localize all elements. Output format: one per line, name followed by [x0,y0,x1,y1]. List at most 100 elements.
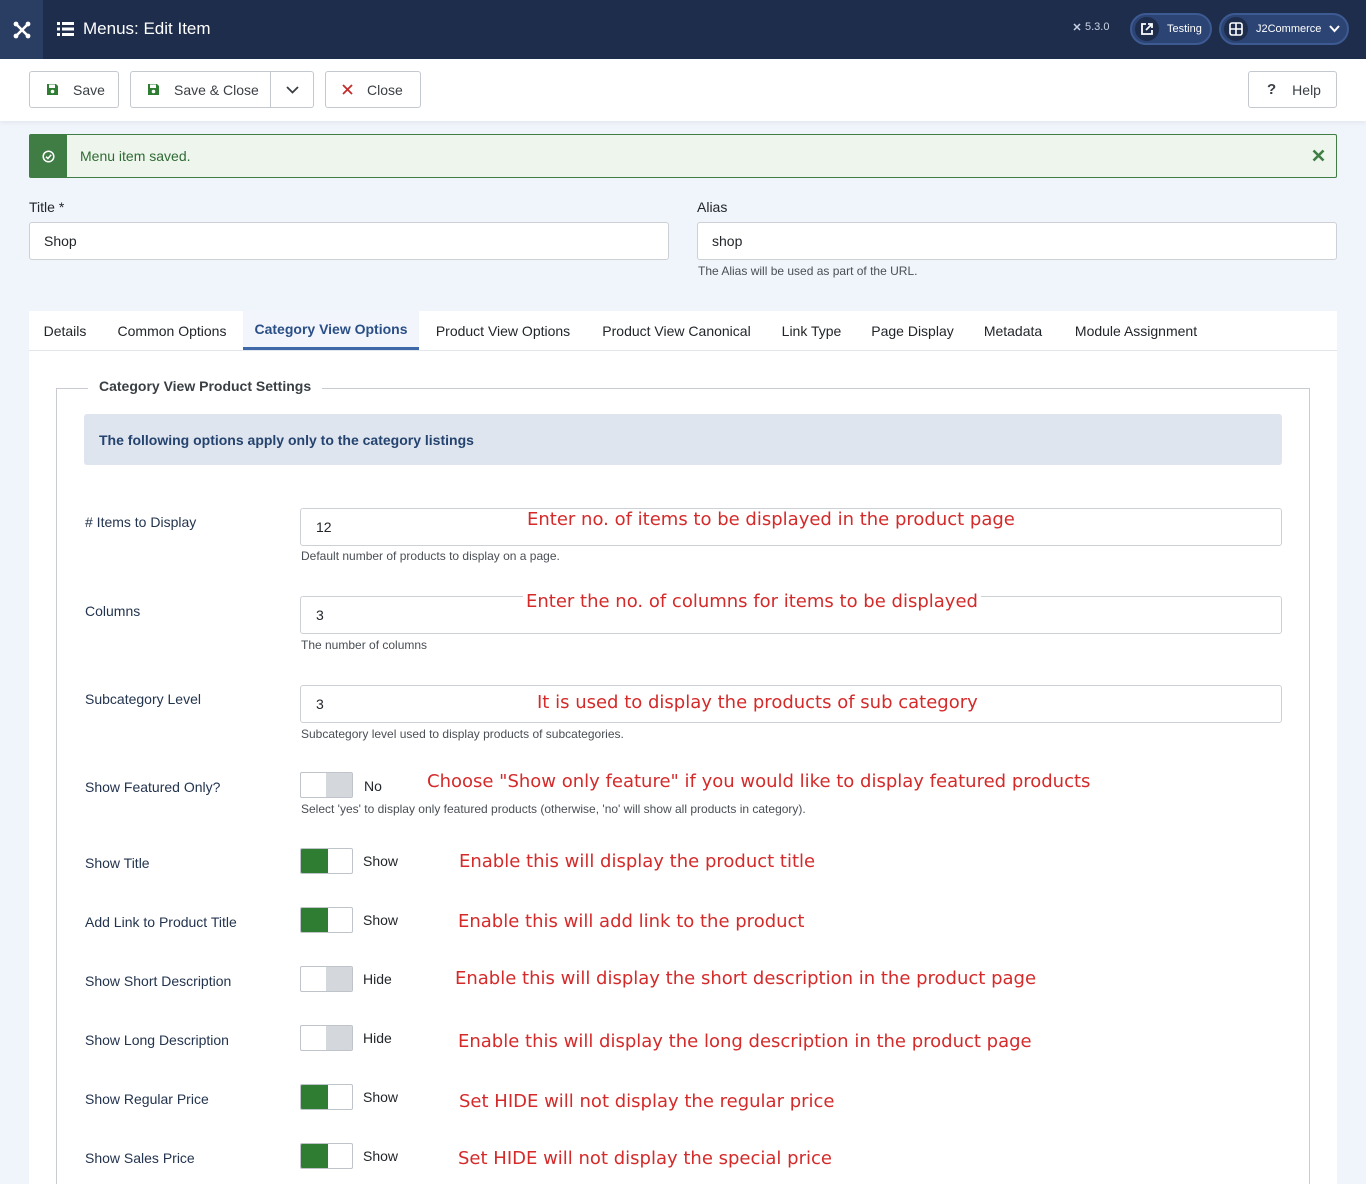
short-desc-state: Hide [363,971,392,987]
show-title-label: Show Title [85,855,150,871]
featured-hint: Select 'yes' to display only featured pr… [301,802,806,816]
featured-annotation: Choose "Show only feature" if you would … [424,771,1094,793]
top-header: Menus: Edit Item 5.3.0 Testing J2Commerc… [0,0,1366,59]
tab-label: Common Options [117,322,227,339]
chevron-down-icon [1329,25,1341,33]
items-label: # Items to Display [85,514,197,530]
tab-category-view-options[interactable]: Category View Options [243,311,419,350]
featured-state: No [364,778,382,794]
show-title-annotation: Enable this will display the product tit… [456,851,819,873]
short-desc-toggle[interactable] [300,966,353,992]
columns-label: Columns [85,603,141,619]
sales-price-toggle[interactable] [300,1143,353,1169]
subcategory-hint: Subcategory level used to display produc… [301,727,624,741]
sales-price-label: Show Sales Price [85,1150,195,1166]
alias-label: Alias [697,199,728,215]
tab-label: Category View Options [254,321,408,337]
alert-close-icon[interactable] [1308,145,1328,165]
alias-input[interactable]: shop [697,222,1337,260]
joomla-logo-icon[interactable] [0,0,43,59]
items-hint: Default number of products to display on… [301,549,560,563]
joomla-small-icon [1073,23,1081,31]
user-menu-button[interactable]: J2Commerce [1219,13,1349,45]
tab-label: Product View Canonical [602,322,751,339]
alias-hint: The Alias will be used as part of the UR… [698,264,918,278]
link-title-annotation: Enable this will add link to the product [455,911,808,933]
info-box: The following options apply only to the … [84,414,1282,465]
long-desc-toggle[interactable] [300,1025,353,1051]
save-dropdown-toggle[interactable] [271,72,314,107]
toggle-knob [301,1144,328,1168]
items-annotation: Enter no. of items to be displayed in th… [524,509,1018,531]
version-label: 5.3.0 [1072,21,1109,33]
version-text: 5.3.0 [1085,21,1110,33]
save-label: Save [73,81,105,98]
link-title-state: Show [363,912,399,928]
title-input-value: Shop [44,233,77,249]
tab-details[interactable]: Details [29,311,101,350]
tab-link-type[interactable]: Link Type [766,311,857,350]
site-button-label: Testing [1167,23,1202,35]
tab-common-options[interactable]: Common Options [101,311,243,350]
tab-page-display[interactable]: Page Display [857,311,968,350]
toggle-knob [301,1085,328,1109]
tab-module-assignment[interactable]: Module Assignment [1058,311,1214,350]
grid-icon [1224,17,1248,41]
subcategory-annotation: It is used to display the products of su… [534,692,981,714]
toggle-knob [326,1026,352,1050]
title-label: Title * [29,199,65,215]
sales-price-state: Show [363,1148,399,1164]
columns-hint: The number of columns [301,638,428,652]
long-desc-label: Show Long Description [85,1032,229,1048]
page-title-text: Menus: Edit Item [83,19,211,38]
save-close-label: Save & Close [174,81,259,98]
success-alert: Menu item saved. [29,134,1337,178]
save-close-button[interactable]: Save & Close [130,71,314,108]
tab-metadata[interactable]: Metadata [968,311,1058,350]
items-value: 12 [316,519,332,535]
user-button-label: J2Commerce [1256,23,1322,35]
regular-price-toggle[interactable] [300,1084,353,1110]
toggle-knob [301,849,328,873]
columns-annotation: Enter the no. of columns for items to be… [523,591,981,613]
external-link-icon [1135,17,1159,41]
chevron-down-icon [286,85,299,94]
action-toolbar: Save Save & Close Close ? Help [0,59,1366,121]
save-button[interactable]: Save [29,71,119,108]
long-desc-state: Hide [363,1030,392,1046]
featured-toggle[interactable] [300,772,353,798]
regular-price-label: Show Regular Price [85,1091,209,1107]
show-title-toggle[interactable] [300,848,353,874]
tab-label: Details [43,322,87,339]
link-title-label: Add Link to Product Title [85,914,237,930]
featured-label: Show Featured Only? [85,779,221,795]
close-button[interactable]: Close [325,71,421,108]
tab-product-view-canonical[interactable]: Product View Canonical [587,311,766,350]
short-desc-label: Show Short Description [85,973,232,989]
help-button[interactable]: ? Help [1248,71,1337,108]
tab-bar: Details Common Options Category View Opt… [29,311,1337,351]
long-desc-annotation: Enable this will display the long descri… [455,1031,1035,1053]
tab-product-view-options[interactable]: Product View Options [419,311,587,350]
tab-label: Link Type [781,322,842,339]
toggle-knob [301,908,328,932]
tab-label: Product View Options [435,322,571,339]
columns-value: 3 [316,607,324,623]
tab-label: Page Display [871,322,954,339]
alias-input-value: shop [712,233,743,249]
close-icon [342,84,353,95]
page-title: Menus: Edit Item [57,17,211,41]
toggle-knob [326,967,352,991]
check-circle-icon [30,135,67,177]
close-label: Close [367,81,403,98]
link-title-toggle[interactable] [300,907,353,933]
site-preview-button[interactable]: Testing [1130,13,1212,45]
fieldset-legend: Category View Product Settings [88,378,323,394]
regular-price-annotation: Set HIDE will not display the regular pr… [456,1091,838,1113]
sales-price-annotation: Set HIDE will not display the special pr… [455,1148,835,1170]
tab-label: Metadata [983,322,1043,339]
toggle-knob [326,773,352,797]
list-icon [57,22,74,36]
title-input[interactable]: Shop [29,222,669,260]
regular-price-state: Show [363,1089,399,1105]
